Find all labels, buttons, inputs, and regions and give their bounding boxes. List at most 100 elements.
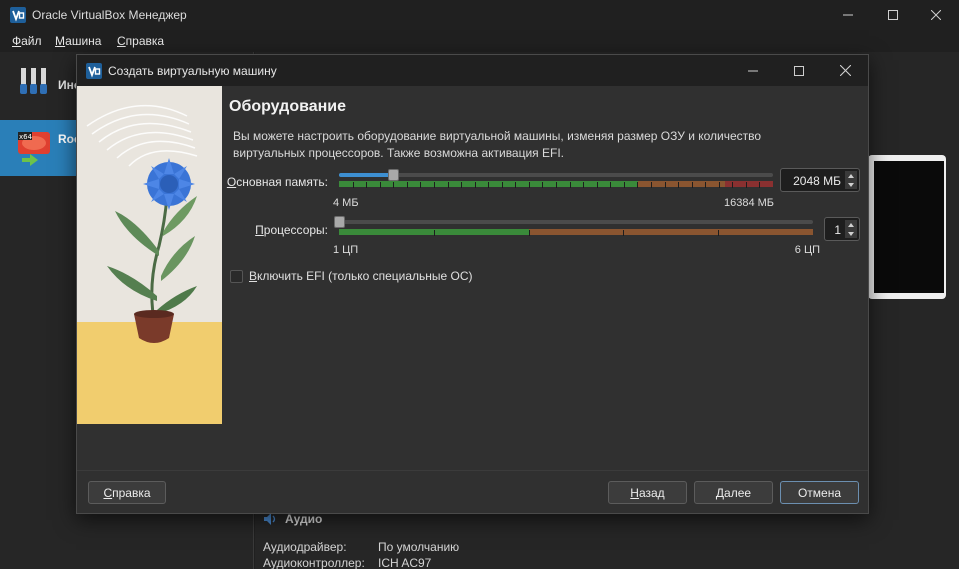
minimize-icon [748, 70, 758, 71]
cancel-button[interactable]: Отмена [780, 481, 859, 504]
scale-tick [705, 182, 706, 188]
scale-tick [651, 182, 652, 188]
memory-increase-button[interactable] [845, 171, 857, 180]
create-vm-dialog: Создать виртуальную машину Оборудование … [76, 54, 869, 514]
vm-preview [868, 155, 946, 299]
memory-spinbox[interactable]: 2048 МБ [780, 168, 860, 192]
main-titlebar: Oracle VirtualBox Менеджер [0, 0, 959, 30]
efi-checkbox[interactable] [230, 270, 243, 283]
scale-tick [529, 230, 530, 236]
cpu-spinbox[interactable]: 1 [824, 217, 860, 241]
audio-heading: Аудио [285, 512, 323, 526]
cpu-slider[interactable] [339, 220, 813, 224]
memory-decrease-button[interactable] [845, 180, 857, 189]
dialog-title: Создать виртуальную машину [108, 64, 277, 78]
cpu-min-label: 1 ЦП [333, 244, 359, 256]
memory-slider-handle[interactable] [388, 169, 400, 181]
scale-tick [692, 182, 693, 188]
scale-tick [732, 182, 733, 188]
audio-driver-value: По умолчанию [378, 540, 460, 554]
page-description: Вы можете настроить оборудование виртуал… [233, 129, 762, 160]
scale-tick [366, 182, 367, 188]
scale-tick [393, 182, 394, 188]
menu-bar: Файл Машина Справка [0, 30, 959, 52]
audio-driver-row: Аудиодрайвер: По умолчанию [263, 540, 459, 554]
scale-tick [529, 182, 530, 188]
scale-tick [556, 182, 557, 188]
maximize-icon [794, 65, 804, 76]
memory-label: Основная память: [226, 175, 328, 189]
minimize-icon [843, 14, 853, 16]
scale-tick [759, 182, 760, 188]
scale-tick [665, 182, 666, 188]
close-icon [931, 10, 941, 20]
cpu-increase-button[interactable] [845, 220, 857, 229]
menu-help[interactable]: Справка [117, 34, 164, 48]
maximize-button[interactable] [870, 0, 916, 30]
scale-tick [420, 182, 421, 188]
audio-section-header[interactable]: Аудио [263, 512, 322, 526]
cpu-value: 1 [834, 223, 841, 237]
dialog-close-button[interactable] [822, 55, 868, 86]
audio-controller-value: ICH AC97 [378, 556, 432, 569]
scale-tick [746, 182, 747, 188]
dialog-titlebar: Создать виртуальную машину [77, 55, 868, 86]
memory-min-label: 4 МБ [333, 197, 359, 209]
scale-tick [542, 182, 543, 188]
scale-tick [597, 182, 598, 188]
menu-machine[interactable]: Машина [55, 34, 101, 48]
speaker-icon [264, 513, 276, 525]
scale-tick [448, 182, 449, 188]
scale-tick [678, 182, 679, 188]
cpu-decrease-button[interactable] [845, 229, 857, 238]
scale-tick [461, 182, 462, 188]
scale-tick [623, 230, 624, 236]
cpu-max-label: 6 ЦП [794, 244, 820, 256]
memory-scale-bar [339, 181, 773, 188]
dialog-minimize-button[interactable] [730, 55, 776, 86]
memory-slider-fill [339, 173, 394, 177]
scale-tick [637, 182, 638, 188]
tools-icon [20, 68, 47, 94]
arrow-down-icon [848, 231, 854, 236]
scale-tick [353, 182, 354, 188]
next-button[interactable]: Далее [694, 481, 773, 504]
scale-tick [583, 182, 584, 188]
scale-tick [624, 182, 625, 188]
page-heading: Оборудование [229, 98, 347, 115]
maximize-icon [888, 10, 898, 20]
scale-tick [380, 182, 381, 188]
cpu-slider-handle[interactable] [334, 216, 345, 228]
vm-preview-screen [874, 161, 944, 293]
dialog-maximize-button[interactable] [776, 55, 822, 86]
menu-file[interactable]: Файл [12, 34, 42, 48]
audio-driver-key: Аудиодрайвер: [263, 540, 347, 554]
help-button[interactable]: Справка [88, 481, 166, 504]
scale-tick [434, 182, 435, 188]
main-window-title: Oracle VirtualBox Менеджер [32, 8, 187, 22]
scale-tick [570, 182, 571, 188]
cpu-scale-bar [339, 229, 813, 236]
scale-tick [434, 230, 435, 236]
close-icon [839, 65, 851, 76]
memory-value: 2048 МБ [793, 174, 841, 188]
arrow-up-icon [848, 173, 854, 178]
scale-tick [515, 182, 516, 188]
memory-max-label: 16384 МБ [723, 197, 774, 209]
wizard-illustration [77, 86, 222, 424]
svg-text:x64: x64 [19, 133, 33, 141]
button-bar-divider [77, 470, 868, 471]
scale-tick [719, 182, 720, 188]
scale-tick [610, 182, 611, 188]
back-button[interactable]: Назад [608, 481, 687, 504]
audio-controller-key: Аудиоконтроллер: [263, 556, 365, 569]
arrow-up-icon [848, 222, 854, 227]
minimize-button[interactable] [825, 0, 871, 30]
scale-tick [407, 182, 408, 188]
memory-slider[interactable] [339, 173, 773, 177]
virtualbox-logo-icon [86, 63, 102, 79]
audio-controller-row: Аудиоконтроллер: ICH AC97 [263, 556, 431, 569]
scale-tick [475, 182, 476, 188]
close-button[interactable] [913, 0, 959, 30]
scale-tick [502, 182, 503, 188]
